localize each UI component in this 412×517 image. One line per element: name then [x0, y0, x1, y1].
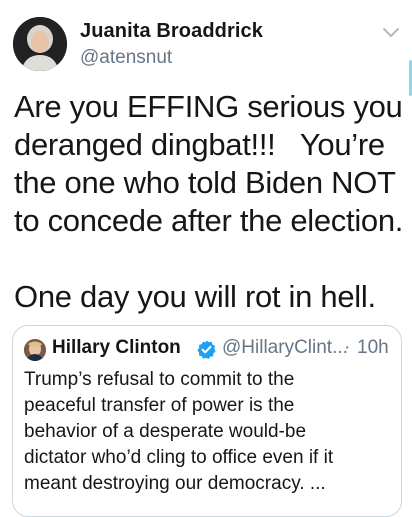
- quoted-text-line: behavior of a desperate would-be: [24, 421, 307, 442]
- verified-badge-icon: [196, 339, 217, 360]
- quoted-text-line: peaceful transfer of power is the: [24, 395, 295, 416]
- quoted-text-line: dictator who’d cling to office even if i…: [24, 447, 334, 468]
- tweet-text: Are you EFFING serious you deranged ding…: [14, 88, 410, 316]
- quoted-text-line: Trump’s refusal to commit to the: [24, 369, 295, 390]
- tweet-text-line: Are you EFFING serious you: [14, 89, 403, 124]
- chevron-down-icon[interactable]: [382, 26, 400, 40]
- tweet-text-line: to concede after the election.: [14, 203, 404, 238]
- separator-dot: ·: [344, 337, 351, 358]
- author-avatar[interactable]: [13, 17, 67, 71]
- tweet-text-line: the one who told Biden NOT: [14, 165, 396, 200]
- quoted-author-display-name[interactable]: Hillary Clinton: [52, 337, 181, 359]
- author-display-name[interactable]: Juanita Broaddrick: [80, 20, 263, 43]
- tweet-text-line: One day you will rot in hell.: [14, 279, 376, 314]
- quoted-tweet-card[interactable]: Hillary Clinton @HillaryClint... · 10h T…: [12, 325, 402, 517]
- quoted-tweet-text: Trump’s refusal to commit to the peacefu…: [24, 367, 398, 497]
- tweet: Juanita Broaddrick @atensnut Are you EFF…: [0, 0, 412, 517]
- profile-photo-icon: [24, 339, 46, 361]
- quoted-text-line: meant destroying our democracy. ...: [24, 473, 326, 494]
- tweet-text-line: deranged dingbat!!! You’re: [14, 127, 385, 162]
- quoted-timestamp[interactable]: 10h: [357, 337, 389, 359]
- quoted-author-handle[interactable]: @HillaryClint...: [222, 337, 348, 359]
- profile-photo-icon: [13, 17, 67, 71]
- author-handle[interactable]: @atensnut: [80, 47, 172, 69]
- quoted-author-avatar[interactable]: [24, 339, 46, 361]
